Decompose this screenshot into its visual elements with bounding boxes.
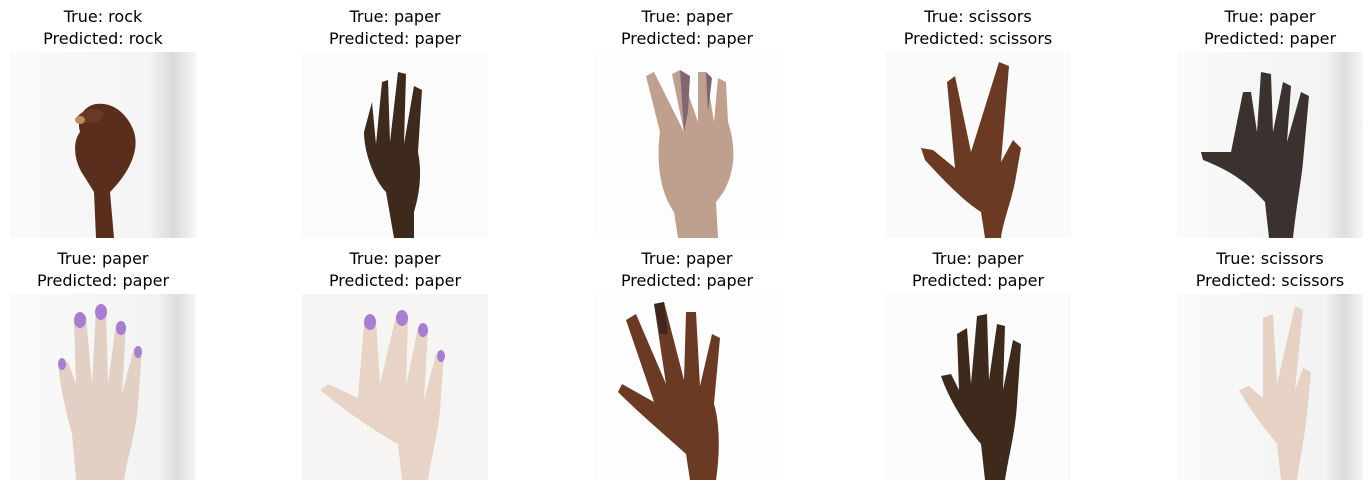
hand-paper-image bbox=[302, 294, 488, 480]
predicted-label: Predicted: paper bbox=[328, 271, 462, 290]
true-label: True: paper bbox=[57, 249, 149, 268]
true-label: True: rock bbox=[63, 7, 143, 26]
hand-scissors-image bbox=[1177, 294, 1363, 480]
true-label: True: scissors bbox=[1216, 249, 1324, 268]
predicted-label: Predicted: rock bbox=[43, 29, 163, 48]
predicted-label: Predicted: scissors bbox=[1195, 271, 1345, 290]
predicted-label: Predicted: paper bbox=[911, 271, 1045, 290]
hand-paper-image bbox=[10, 294, 196, 480]
hand-paper-image bbox=[594, 294, 780, 480]
predicted-label: Predicted: paper bbox=[620, 29, 754, 48]
hand-paper-image bbox=[885, 294, 1071, 480]
hand-scissors-image bbox=[885, 52, 1071, 238]
predicted-label: Predicted: paper bbox=[36, 271, 170, 290]
true-label: True: paper bbox=[641, 7, 733, 26]
true-label: True: scissors bbox=[924, 7, 1032, 26]
true-label: True: paper bbox=[1224, 7, 1316, 26]
true-label: True: paper bbox=[932, 249, 1024, 268]
true-label: True: paper bbox=[641, 249, 733, 268]
hand-paper-image bbox=[594, 52, 780, 238]
hand-rock-image bbox=[10, 52, 196, 238]
true-label: True: paper bbox=[349, 249, 441, 268]
predicted-label: Predicted: paper bbox=[328, 29, 462, 48]
predicted-label: Predicted: paper bbox=[1203, 29, 1337, 48]
predicted-label: Predicted: paper bbox=[620, 271, 754, 290]
hand-paper-image bbox=[302, 52, 488, 238]
true-label: True: paper bbox=[349, 7, 441, 26]
hand-paper-image bbox=[1177, 52, 1363, 238]
predicted-label: Predicted: scissors bbox=[903, 29, 1053, 48]
